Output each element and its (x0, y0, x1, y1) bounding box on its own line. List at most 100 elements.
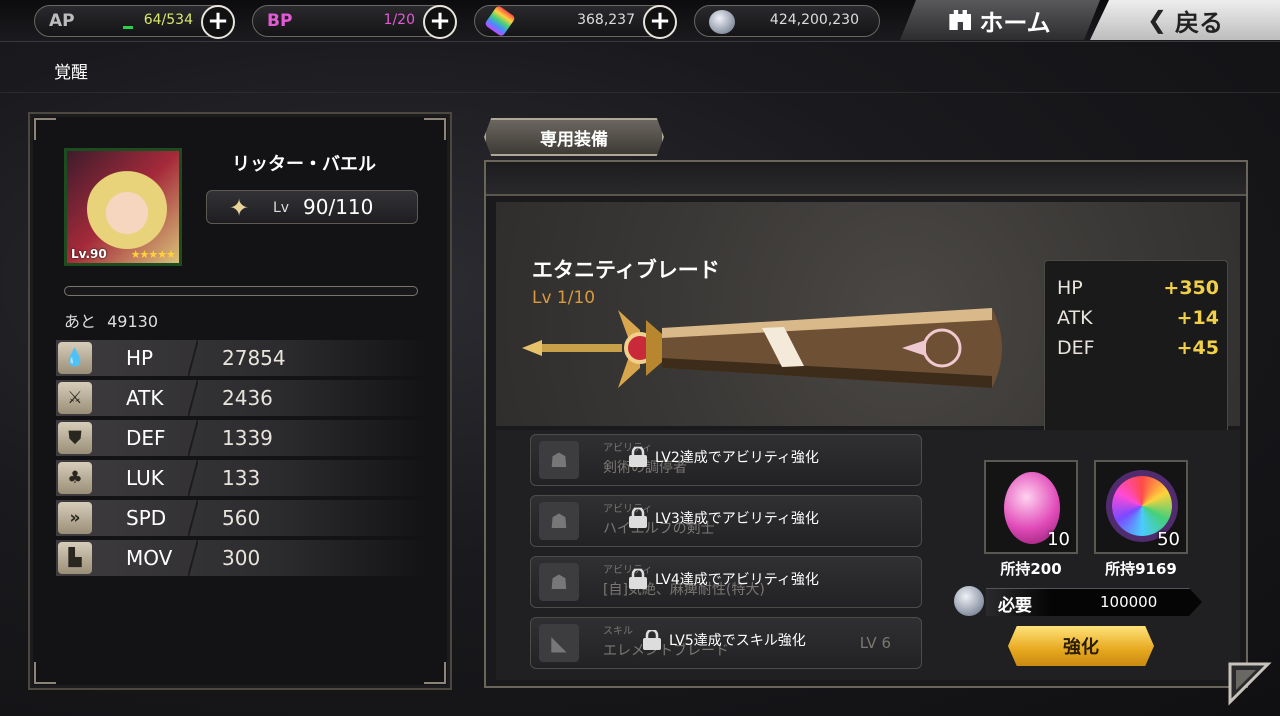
material-pink-gem[interactable]: 10 (984, 460, 1078, 554)
corner-ornament (34, 662, 56, 684)
corner-ornament (34, 118, 56, 140)
lock-text: LV4達成でアビリティ強化 (655, 572, 819, 588)
page-title: 覚醒 (54, 63, 88, 83)
required-label: 必要 (998, 596, 1032, 616)
divider (0, 92, 1280, 93)
class-emblem-icon: ✦ (228, 194, 250, 222)
bp-resource: BP 1/20 + (252, 5, 457, 39)
character-art (87, 169, 167, 249)
bonus-name: HP (1057, 277, 1083, 299)
ability-icon: ☗ (539, 502, 579, 540)
stat-name: SPD (126, 506, 167, 530)
crystal-resource: 368,237 + (474, 4, 677, 39)
level-box: ✦ Lv 90/110 (206, 190, 418, 224)
stat-name: LUK (126, 466, 164, 490)
skill-icon: ◣ (539, 624, 579, 662)
lock-overlay: LV4達成でアビリティ強化 (627, 569, 819, 589)
character-panel: Lv.90 ★★★★★ リッター・バエル ✦ Lv 90/110 あと 4913… (28, 112, 452, 690)
lock-overlay: LV5達成でスキル強化 (641, 630, 806, 650)
weapon-display: エタニティブレード Lv 1/10 HP +350 ATK +14 DEF +4… (496, 202, 1240, 434)
rarity-stars: ★★★★★ (130, 248, 176, 261)
required-value: 100000 (1100, 593, 1158, 611)
coin-icon (954, 586, 984, 616)
bonus-name: DEF (1057, 337, 1095, 359)
bonus-row-hp: HP +350 (1057, 277, 1219, 299)
stat-name: DEF (126, 426, 166, 450)
stat-value: 1339 (222, 426, 273, 450)
material-owned: 所持200 (1000, 560, 1062, 578)
crystal-plus-button[interactable]: + (643, 5, 677, 39)
material-rainbow-orb[interactable]: 50 (1094, 460, 1188, 554)
bonus-value: +45 (1176, 337, 1219, 359)
coin-value: 424,200,230 (769, 12, 859, 28)
corner-arrow-icon[interactable] (1226, 660, 1272, 706)
skill-category: スキル (603, 626, 633, 637)
lock-icon (629, 508, 647, 528)
top-bar: AP 64/534 + BP 1/20 + 368,237 + 424,200,… (0, 0, 1280, 42)
bp-value: 1/20 (383, 12, 415, 28)
lock-text: LV3達成でアビリティ強化 (655, 511, 819, 527)
required-cost: 必要 100000 (954, 586, 1204, 616)
double-chevron-icon: » (58, 502, 92, 534)
ability-icon: ☗ (539, 563, 579, 601)
stat-value: 27854 (222, 346, 286, 370)
bonus-value: +14 (1176, 307, 1219, 329)
corner-ornament (424, 118, 446, 140)
panel-header (486, 162, 1246, 196)
ability-row[interactable]: ☗ アビリティ [自]気絶、麻痺耐性(特大) LV4達成でアビリティ強化 (530, 556, 922, 608)
stat-name: HP (126, 346, 154, 370)
water-drop-icon: 💧 (58, 342, 92, 374)
stat-row-def: ⛊ DEF 1339 (56, 420, 426, 456)
bonus-row-def: DEF +45 (1057, 337, 1219, 359)
material-count: 50 (1157, 529, 1180, 550)
castle-icon (949, 10, 972, 30)
home-button[interactable]: ホーム (900, 0, 1100, 40)
material-count: 10 (1047, 529, 1070, 550)
ap-gauge (123, 26, 133, 29)
weapon-level: Lv 1/10 (532, 288, 596, 308)
divider (188, 420, 198, 456)
skill-row[interactable]: ◣ スキル エレメントブレード LV5達成でスキル強化 LV 6 (530, 617, 922, 669)
portrait-level: Lv.90 (71, 247, 107, 261)
character-portrait[interactable]: Lv.90 ★★★★★ (64, 148, 182, 266)
remaining-label: あと (64, 312, 97, 331)
tab-exclusive-equipment[interactable]: 専用装備 (484, 118, 664, 156)
bonus-row-atk: ATK +14 (1057, 307, 1219, 329)
lock-overlay: LV3達成でアビリティ強化 (627, 508, 819, 528)
boot-icon: ▙ (58, 542, 92, 574)
shield-icon: ⛊ (58, 422, 92, 454)
back-label: 戻る (1175, 8, 1224, 37)
home-label: ホーム (979, 8, 1051, 37)
crystal-icon (484, 4, 516, 38)
stat-value: 133 (222, 466, 261, 490)
bp-plus-button[interactable]: + (423, 5, 457, 39)
lock-text: LV2達成でアビリティ強化 (655, 450, 819, 466)
character-name: リッター・バエル (232, 154, 376, 175)
clover-icon: ♣ (58, 462, 92, 494)
rainbow-orb-icon (1112, 476, 1172, 536)
stat-name: ATK (126, 386, 164, 410)
lock-icon (643, 630, 661, 650)
stat-row-mov: ▙ MOV 300 (56, 540, 426, 576)
divider (188, 380, 198, 416)
back-button[interactable]: ❮ 戻る (1090, 0, 1280, 40)
enhance-button[interactable]: 強化 (1008, 626, 1154, 666)
bonus-name: ATK (1057, 307, 1093, 329)
corner-ornament (424, 662, 446, 684)
stat-value: 2436 (222, 386, 273, 410)
ap-plus-button[interactable]: + (201, 5, 235, 39)
stat-value: 300 (222, 546, 261, 570)
divider (188, 460, 198, 496)
stat-row-atk: ⚔ ATK 2436 (56, 380, 426, 416)
skill-level: LV 6 (859, 634, 891, 652)
lock-icon (629, 569, 647, 589)
weapon-bonus-box: HP +350 ATK +14 DEF +45 (1044, 260, 1228, 434)
lock-text: LV5達成でスキル強化 (669, 633, 806, 649)
divider (188, 500, 198, 536)
ability-row[interactable]: ☗ アビリティ ハイエルフの剣士 LV3達成でアビリティ強化 (530, 495, 922, 547)
weapon-art (522, 308, 1002, 388)
ability-row[interactable]: ☗ アビリティ 剣術の調停者 LV2達成でアビリティ強化 (530, 434, 922, 486)
level-label: Lv (273, 200, 290, 216)
lock-icon (629, 447, 647, 467)
divider (188, 540, 198, 576)
